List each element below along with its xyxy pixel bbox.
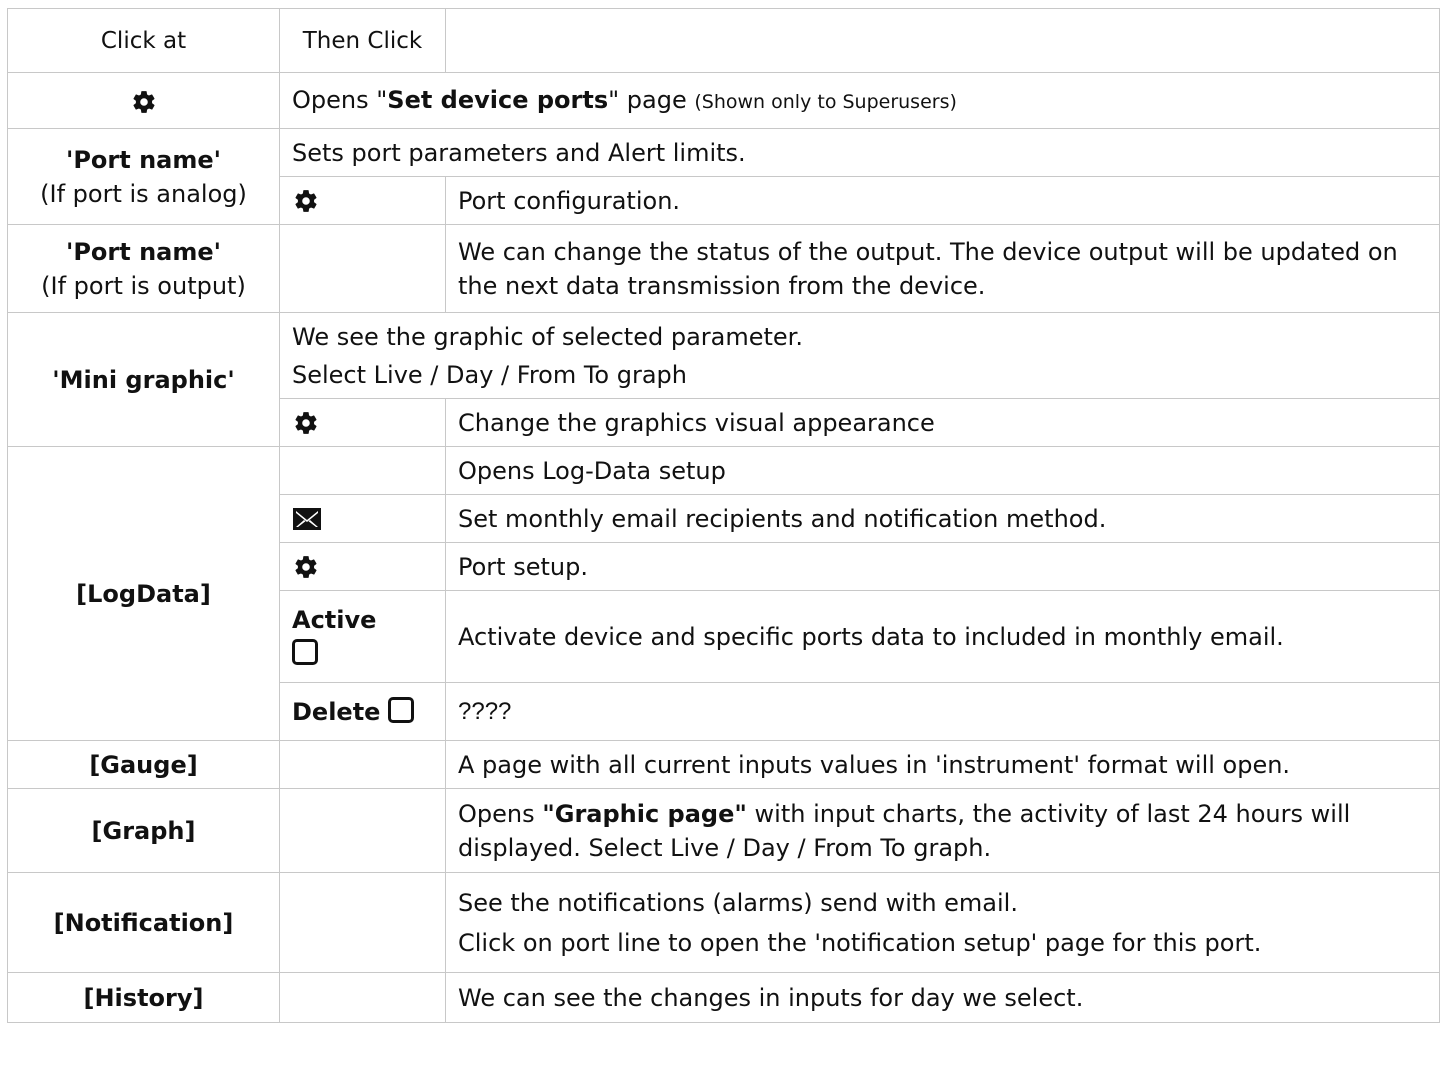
mini-graphic-description: We see the graphic of selected parameter… <box>279 312 1440 399</box>
logdata-open-description: Opens Log-Data setup <box>445 446 1440 495</box>
help-table: Click at Then Click Opens "Set device po… <box>7 8 1440 1023</box>
history-label[interactable]: [History] <box>7 972 280 1023</box>
port-config-icon-cell <box>279 176 446 225</box>
port-output-empty <box>279 224 446 313</box>
graph-label[interactable]: [Graph] <box>7 788 280 873</box>
mini-graphic-label[interactable]: 'Mini graphic' <box>7 312 280 447</box>
table-row: [Graph] Opens "Graphic page" with input … <box>7 788 1440 873</box>
port-name-label[interactable]: 'Port name' <box>20 235 267 269</box>
notification-description: See the notifications (alarms) send with… <box>445 872 1440 973</box>
logdata-gear-cell <box>279 542 446 591</box>
port-analog-cell: 'Port name' (If port is analog) <box>7 128 280 225</box>
mail-icon[interactable] <box>293 507 433 530</box>
history-description: We can see the changes in inputs for day… <box>445 972 1440 1023</box>
gear-icon[interactable] <box>293 554 433 580</box>
gear-icon[interactable] <box>131 89 157 115</box>
table-row: 'Port name' (If port is analog) Sets por… <box>7 128 1440 225</box>
header-then-click: Then Click <box>279 8 446 73</box>
notification-empty <box>279 872 446 973</box>
table-row: [History] We can see the changes in inpu… <box>7 972 1440 1023</box>
table-row: 'Port name' (If port is output) We can c… <box>7 224 1440 313</box>
gear-icon[interactable] <box>293 188 433 214</box>
delete-label: Delete <box>292 697 381 726</box>
active-label: Active <box>292 605 377 634</box>
superuser-note: (Shown only to Superusers) <box>694 90 957 113</box>
logdata-mail-cell <box>279 494 446 543</box>
port-output-sub: (If port is output) <box>41 271 246 300</box>
gauge-empty <box>279 740 446 789</box>
history-empty <box>279 972 446 1023</box>
logdata-mail-description: Set monthly email recipients and notific… <box>445 494 1440 543</box>
table-row: [Notification] See the notifications (al… <box>7 872 1440 973</box>
port-output-cell: 'Port name' (If port is output) <box>7 224 280 313</box>
table-row: [LogData] Opens Log-Data setup <box>7 446 1440 741</box>
graph-description: Opens "Graphic page" with input charts, … <box>445 788 1440 873</box>
logdata-label[interactable]: [LogData] <box>7 446 280 741</box>
mini-graphic-gear-description: Change the graphics visual appearance <box>445 398 1440 447</box>
logdata-delete-cell: Delete <box>279 682 446 741</box>
table-row: Opens "Set device ports" page (Shown onl… <box>7 72 1440 129</box>
port-name-label[interactable]: 'Port name' <box>20 143 267 177</box>
port-output-description: We can change the status of the output. … <box>445 224 1440 313</box>
settings-gear-cell <box>7 72 280 129</box>
logdata-delete-description: ???? <box>445 682 1440 741</box>
gear-icon[interactable] <box>293 410 433 436</box>
header-click-at: Click at <box>7 8 280 73</box>
table-row: [Gauge] A page with all current inputs v… <box>7 740 1440 789</box>
settings-description: Opens "Set device ports" page (Shown onl… <box>279 72 1440 129</box>
table-row: 'Mini graphic' We see the graphic of sel… <box>7 312 1440 447</box>
logdata-empty <box>279 446 446 495</box>
delete-checkbox[interactable] <box>388 696 415 723</box>
gauge-label[interactable]: [Gauge] <box>7 740 280 789</box>
port-analog-sub: (If port is analog) <box>40 179 247 208</box>
gauge-description: A page with all current inputs values in… <box>445 740 1440 789</box>
header-description <box>445 8 1440 73</box>
logdata-active-cell: Active <box>279 590 446 683</box>
port-config-description: Port configuration. <box>445 176 1440 225</box>
graph-empty <box>279 788 446 873</box>
port-analog-description: Sets port parameters and Alert limits. <box>279 128 1440 177</box>
logdata-gear-description: Port setup. <box>445 542 1440 591</box>
active-checkbox[interactable] <box>292 638 318 665</box>
logdata-active-description: Activate device and specific ports data … <box>445 590 1440 683</box>
notification-label[interactable]: [Notification] <box>7 872 280 973</box>
header-row: Click at Then Click <box>7 8 1440 73</box>
mini-graphic-gear-cell <box>279 398 446 447</box>
